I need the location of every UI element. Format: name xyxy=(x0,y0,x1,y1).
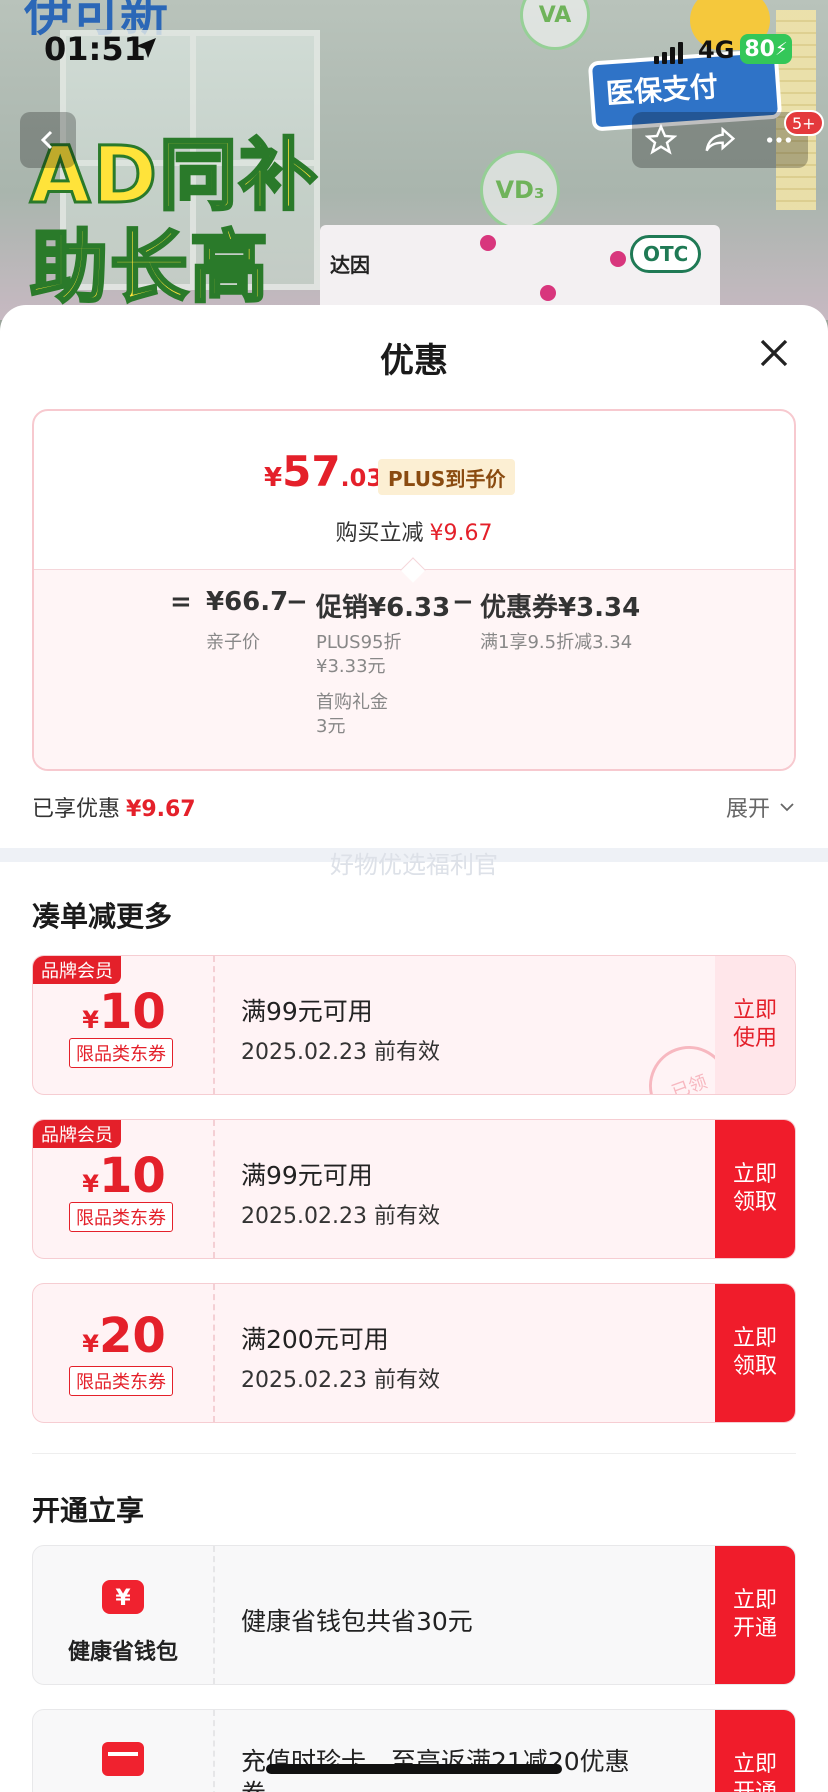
enjoyed-discount: 已享优惠 ¥9.67 xyxy=(32,797,196,822)
claim-coupon-button[interactable]: 立即领取 xyxy=(715,1120,795,1258)
promo-discount: 促销¥6.33 xyxy=(316,593,451,623)
coupon-card: ¥20 限品类东券 满200元可用 2025.02.23 前有效 立即领取 xyxy=(32,1283,796,1423)
divider xyxy=(32,1453,796,1454)
activate-button[interactable]: 立即开通 xyxy=(715,1546,795,1684)
coupon-tag: 品牌会员 xyxy=(33,956,121,984)
notification-badge: 5+ xyxy=(784,110,824,136)
section-title-more-savings: 凑单减更多 xyxy=(32,900,173,933)
signal-icon xyxy=(654,40,683,64)
otc-label: OTC xyxy=(630,235,702,273)
coupon-detail: 满1享9.5折减3.34 xyxy=(480,632,633,653)
home-indicator xyxy=(266,1764,562,1774)
service-name: 健康省钱包 xyxy=(67,1640,178,1665)
promo-detail-plus: PLUS95折 ¥3.33元 xyxy=(316,632,402,677)
claim-coupon-button[interactable]: 立即领取 xyxy=(715,1284,795,1422)
coupon-tag: 品牌会员 xyxy=(33,1120,121,1148)
price-breakdown-card: ¥57.03 PLUS到手价 购买立减 ¥9.67 = ¥66.7 − 促销¥6.… xyxy=(32,409,796,771)
service-card: 充值时珍卡，至高返满21减20优惠券 立即开通 xyxy=(32,1709,796,1792)
coupon-amount: ¥10 xyxy=(82,984,166,1040)
vitamin-d3-badge: VD₃ xyxy=(480,150,560,230)
card-icon xyxy=(102,1742,144,1776)
minus-sign: − xyxy=(286,587,308,617)
status-bar: 01:51 4G 80 ⚡ xyxy=(0,0,828,100)
wallet-yen-icon: ¥ xyxy=(102,1580,144,1614)
base-price: ¥66.7 xyxy=(206,587,289,617)
coupon-validity: 2025.02.23 前有效 xyxy=(241,1368,440,1393)
coupon-amount: ¥10 xyxy=(82,1148,166,1204)
coupon-type: 限品类东券 xyxy=(69,1202,173,1232)
maker-label: 达因 xyxy=(330,253,370,277)
activate-button[interactable]: 立即开通 xyxy=(715,1710,795,1792)
discount-sheet: 优惠 ¥57.03 PLUS到手价 购买立减 ¥9.67 = ¥66.7 − 促销… xyxy=(0,305,828,1792)
watermark: 好物优选福利官 xyxy=(330,851,498,879)
sheet-title: 优惠 xyxy=(380,341,448,381)
close-icon[interactable] xyxy=(756,335,792,371)
service-description: 健康省钱包共省30元 xyxy=(241,1607,473,1636)
status-time: 01:51 xyxy=(44,30,146,68)
share-icon xyxy=(705,126,736,152)
star-icon xyxy=(645,124,678,155)
plus-price-tag: PLUS到手价 xyxy=(378,459,516,495)
coupon-validity: 2025.02.23 前有效 xyxy=(241,1204,440,1229)
top-actions xyxy=(632,112,808,168)
final-price: ¥57.03 xyxy=(264,447,384,496)
coupon-condition: 满99元可用 xyxy=(241,997,373,1026)
network-type: 4G xyxy=(698,36,735,64)
use-coupon-button[interactable]: 立即使用 xyxy=(715,956,795,1094)
back-button[interactable] xyxy=(20,112,76,168)
share-button[interactable] xyxy=(698,118,742,162)
battery-icon: 80 ⚡ xyxy=(740,34,792,64)
coupon-discount: 优惠券¥3.34 xyxy=(480,593,641,623)
coupon-condition: 满99元可用 xyxy=(241,1161,373,1190)
coupon-type: 限品类东券 xyxy=(69,1366,173,1396)
section-title-activate: 开通立享 xyxy=(32,1494,145,1527)
instant-discount: 购买立减 ¥9.67 xyxy=(335,521,493,546)
coupon-validity: 2025.02.23 前有效 xyxy=(241,1040,440,1065)
coupon-card: 品牌会员 ¥10 限品类东券 满99元可用 2025.02.23 前有效 已领 … xyxy=(32,955,796,1095)
favorite-button[interactable] xyxy=(639,118,683,162)
equals-sign: = xyxy=(170,587,192,617)
base-price-label: 亲子价 xyxy=(206,632,260,653)
coupon-condition: 满200元可用 xyxy=(241,1325,389,1354)
expand-button[interactable]: 展开 xyxy=(726,791,796,823)
chevron-down-icon xyxy=(780,803,794,812)
promo-detail-gift: 首购礼金 3元 xyxy=(316,692,388,737)
coupon-amount: ¥20 xyxy=(82,1308,166,1364)
service-card: ¥ 健康省钱包 健康省钱包共省30元 立即开通 xyxy=(32,1545,796,1685)
coupon-type: 限品类东券 xyxy=(69,1038,173,1068)
location-arrow-icon xyxy=(136,38,156,58)
minus-sign: − xyxy=(452,587,474,617)
chevron-left-icon xyxy=(40,130,53,150)
coupon-card: 品牌会员 ¥10 限品类东券 满99元可用 2025.02.23 前有效 立即领… xyxy=(32,1119,796,1259)
svg-text:¥: ¥ xyxy=(115,1586,131,1611)
